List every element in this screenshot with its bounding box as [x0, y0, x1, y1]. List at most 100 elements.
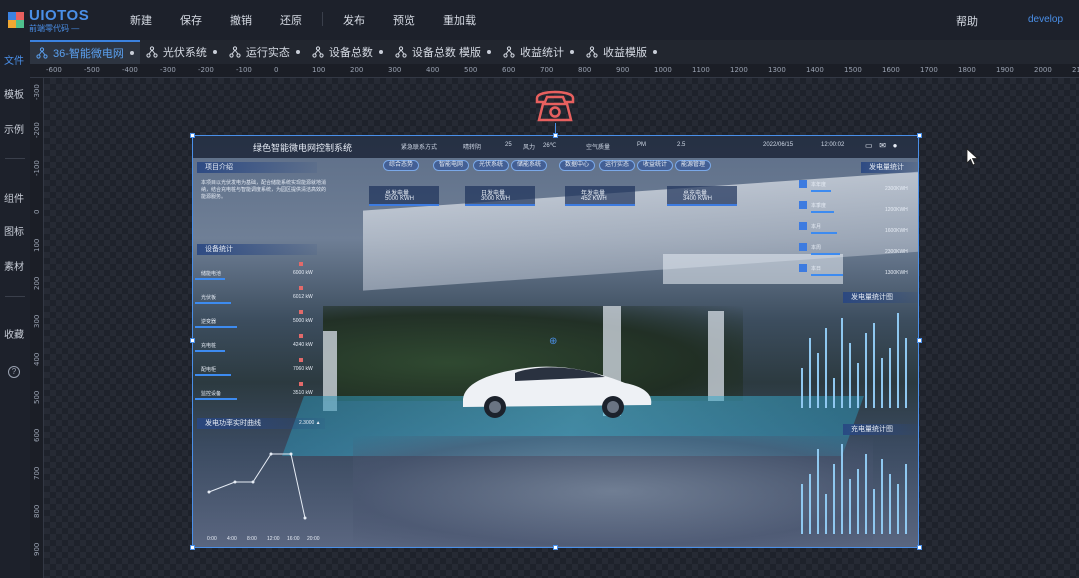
ruler-tick: -300: [33, 84, 41, 100]
menu-publish[interactable]: 发布: [343, 12, 365, 28]
dash-nav-item[interactable]: 收益统计: [637, 160, 674, 171]
sidebar-item-favorite[interactable]: 收藏: [4, 326, 24, 341]
stat-icon: [799, 180, 807, 188]
menu-new[interactable]: 新建: [130, 12, 152, 28]
trend-x-tick: 20:00: [307, 536, 320, 542]
bar: [801, 484, 803, 534]
dash-nav-item[interactable]: 运行实态: [599, 160, 636, 171]
network-icon: [146, 46, 158, 58]
dash-nav-item[interactable]: 数据中心: [559, 160, 596, 171]
bar: [905, 338, 907, 408]
bar: [889, 474, 891, 534]
sidebar-item-file[interactable]: 文件: [4, 52, 24, 67]
device-row[interactable]: 储能电池 6000 kW: [193, 262, 315, 282]
tab-item[interactable]: 收益模版: [580, 40, 663, 64]
resize-handle[interactable]: [553, 133, 558, 138]
tab-label: 设备总数 模版: [411, 47, 481, 59]
resize-handle[interactable]: [917, 338, 922, 343]
tab-close-dot[interactable]: [378, 50, 383, 54]
ruler-tick: 1200: [730, 66, 748, 74]
tab-close-dot[interactable]: [652, 50, 657, 54]
resize-handle[interactable]: [917, 545, 922, 550]
resize-handle[interactable]: [190, 545, 195, 550]
user-icon[interactable]: ●: [893, 141, 898, 150]
device-row[interactable]: 监控设备 3510 kW: [193, 382, 315, 402]
document-icon[interactable]: ▭: [865, 141, 873, 150]
left-sidebar: 文件 模板 示例 组件 图标 素材 收藏 ?: [0, 40, 30, 578]
logo[interactable]: UIOTOS 前端零代码 —: [0, 8, 110, 33]
help-icon[interactable]: ?: [8, 366, 20, 378]
dash-nav-item[interactable]: 储能系统: [511, 160, 548, 171]
tab-close-dot[interactable]: [569, 50, 574, 54]
ruler-tick: 600: [502, 66, 516, 74]
main-menu: 新建 保存 撤销 还原 发布 预览 重加载: [116, 12, 490, 28]
sidebar-item-example[interactable]: 示例: [4, 121, 24, 136]
device-bar: [195, 374, 231, 376]
ruler-tick: 1300: [768, 66, 786, 74]
device-bar: [195, 398, 237, 400]
device-row[interactable]: 逆变器 5000 kW: [193, 310, 315, 330]
dash-nav-item[interactable]: 综合态势: [383, 160, 420, 171]
sidebar-item-material[interactable]: 素材: [4, 258, 24, 273]
stat-name: 本季度: [811, 203, 827, 209]
chart1-head: 发电量统计图: [843, 292, 918, 303]
sidebar-item-template[interactable]: 模板: [4, 86, 24, 101]
ruler-tick: 1600: [882, 66, 900, 74]
menu-save[interactable]: 保存: [180, 12, 202, 28]
kpi-value: 5000 KWH: [385, 196, 415, 202]
dashboard-title: 绿色智能微电网控制系统: [253, 143, 353, 153]
menu-redo[interactable]: 还原: [280, 12, 302, 28]
menu-undo[interactable]: 撤销: [230, 12, 252, 28]
kpi-card: 总充电量 3400 KWH: [667, 186, 737, 206]
stat-icon: [799, 201, 807, 209]
tab-label: 运行实态: [245, 47, 290, 59]
bar: [905, 464, 907, 534]
tab-close-dot[interactable]: [212, 50, 217, 54]
stat-icon: [799, 243, 807, 251]
carport-pillar: [708, 311, 724, 401]
menu-preview[interactable]: 预览: [393, 12, 415, 28]
bar: [881, 459, 883, 534]
bar: [889, 348, 891, 408]
stat-value: 1300KWH: [885, 270, 908, 276]
tab-item[interactable]: 收益统计: [497, 40, 580, 64]
tab-item[interactable]: 36-智能微电网: [30, 40, 140, 64]
tab-item[interactable]: 光伏系统: [140, 40, 223, 64]
ruler-tick: 300: [388, 66, 402, 74]
logo-title: UIOTOS: [29, 6, 90, 24]
dash-nav-item[interactable]: 智能电网: [433, 160, 470, 171]
resize-handle[interactable]: [190, 133, 195, 138]
dashboard-stage[interactable]: 绿色智能微电网控制系统 紧急联系方式 晴转阴 25 风力 26℃ 空气质量 PM…: [192, 135, 919, 548]
help-link[interactable]: 帮助: [956, 13, 978, 29]
menu-reload[interactable]: 重加载: [443, 12, 476, 28]
tab-item[interactable]: 设备总数: [306, 40, 389, 64]
ruler-tick: 1800: [958, 66, 976, 74]
stat-row: 本月 1600KWH: [793, 222, 918, 240]
tab-close-dot[interactable]: [486, 50, 491, 54]
user-name[interactable]: develop: [1028, 14, 1063, 25]
tab-item[interactable]: 运行实态: [223, 40, 306, 64]
ruler-tick: -600: [46, 66, 62, 74]
resize-handle[interactable]: [553, 545, 558, 550]
dash-nav-item[interactable]: 能源管理: [675, 160, 712, 171]
tab-item[interactable]: 设备总数 模版: [389, 40, 497, 64]
mail-icon[interactable]: ✉: [879, 141, 886, 150]
network-icon: [312, 46, 324, 58]
tab-close-dot[interactable]: [129, 51, 134, 55]
device-name: 逆变器: [201, 319, 217, 325]
tab-close-dot[interactable]: [295, 50, 300, 54]
header-info: 25: [505, 142, 512, 148]
dash-nav-item[interactable]: 光伏系统: [473, 160, 510, 171]
bar-chart-2: [801, 444, 907, 534]
device-row[interactable]: 配电柜 7060 kW: [193, 358, 315, 378]
sidebar-item-component[interactable]: 组件: [4, 190, 24, 205]
sidebar-item-icon[interactable]: 图标: [4, 223, 24, 238]
device-row[interactable]: 充电桩 4240 kW: [193, 334, 315, 354]
stat-bar: [811, 274, 843, 276]
phone-icon: [535, 90, 575, 122]
ruler-tick: -300: [160, 66, 176, 74]
ruler-tick: 100: [312, 66, 326, 74]
device-row[interactable]: 光伏板 6012 kW: [193, 286, 315, 306]
resize-handle[interactable]: [917, 133, 922, 138]
resize-handle[interactable]: [190, 338, 195, 343]
